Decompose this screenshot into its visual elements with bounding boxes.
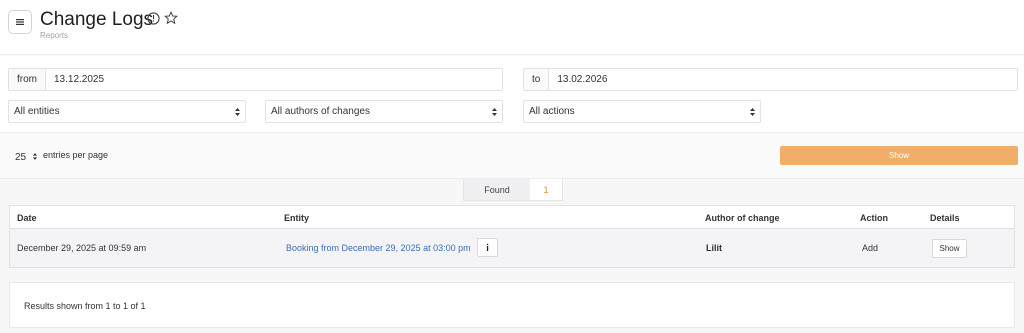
date-to-field[interactable]: to 13.02.2026 xyxy=(523,68,1018,91)
column-header-author: Author of change xyxy=(705,213,780,223)
entities-select[interactable]: All entities xyxy=(8,100,246,123)
column-header-action: Action xyxy=(860,213,888,223)
column-header-entity: Entity xyxy=(284,213,310,223)
info-icon xyxy=(486,243,489,251)
star-icon[interactable] xyxy=(164,11,178,25)
row-date: December 29, 2025 at 09:59 am xyxy=(17,243,147,253)
per-page-value: 25 xyxy=(15,151,27,163)
select-arrows-icon xyxy=(32,153,38,160)
hamburger-icon xyxy=(16,19,24,25)
row-entity-link[interactable]: Booking from December 29, 2025 at 03:00 … xyxy=(286,243,471,253)
breadcrumb[interactable]: Reports xyxy=(40,31,68,40)
column-header-date: Date xyxy=(17,213,37,223)
menu-button[interactable] xyxy=(8,10,32,34)
per-page-select[interactable]: 25 xyxy=(8,147,40,167)
table-row: December 29, 2025 at 09:59 am Booking fr… xyxy=(10,229,1014,267)
authors-select-value: All authors of changes xyxy=(271,106,370,117)
found-label: Found xyxy=(464,179,530,200)
date-to-label: to xyxy=(524,69,550,90)
date-from-input[interactable]: 13.12.2025 xyxy=(46,69,502,90)
select-arrows-icon xyxy=(235,108,240,116)
filters-panel: from 13.12.2025 to 13.02.2026 All entiti… xyxy=(0,56,1024,133)
row-author: Lilit xyxy=(706,243,722,253)
page-title: Change Logs xyxy=(40,9,154,30)
change-log-table: Date Entity Author of change Action Deta… xyxy=(9,205,1015,268)
table-header: Date Entity Author of change Action Deta… xyxy=(10,206,1014,229)
date-from-field[interactable]: from 13.12.2025 xyxy=(8,68,503,91)
select-arrows-icon xyxy=(492,108,497,116)
per-page-label: entries per page xyxy=(43,150,109,160)
results-footer: Results shown from 1 to 1 of 1 xyxy=(9,282,1015,328)
entity-info-button[interactable] xyxy=(477,238,498,257)
found-counter: Found 1 xyxy=(463,179,563,201)
show-button[interactable]: Show xyxy=(780,146,1018,165)
authors-select[interactable]: All authors of changes xyxy=(265,100,503,123)
found-count: 1 xyxy=(530,179,562,200)
entities-select-value: All entities xyxy=(14,106,60,117)
actions-select[interactable]: All actions xyxy=(523,100,761,123)
column-header-details: Details xyxy=(930,213,960,223)
date-to-input[interactable]: 13.02.2026 xyxy=(549,69,1017,90)
select-arrows-icon xyxy=(750,108,755,116)
date-from-label: from xyxy=(9,69,46,90)
results-summary: Results shown from 1 to 1 of 1 xyxy=(24,301,146,311)
row-action: Add xyxy=(862,243,879,253)
row-show-details-button[interactable]: Show xyxy=(932,239,967,258)
info-icon[interactable] xyxy=(147,12,160,25)
actions-select-value: All actions xyxy=(529,106,575,117)
controls-bar: 25 entries per page Show xyxy=(0,134,1024,179)
page-header: Change Logs Reports xyxy=(0,0,1024,55)
